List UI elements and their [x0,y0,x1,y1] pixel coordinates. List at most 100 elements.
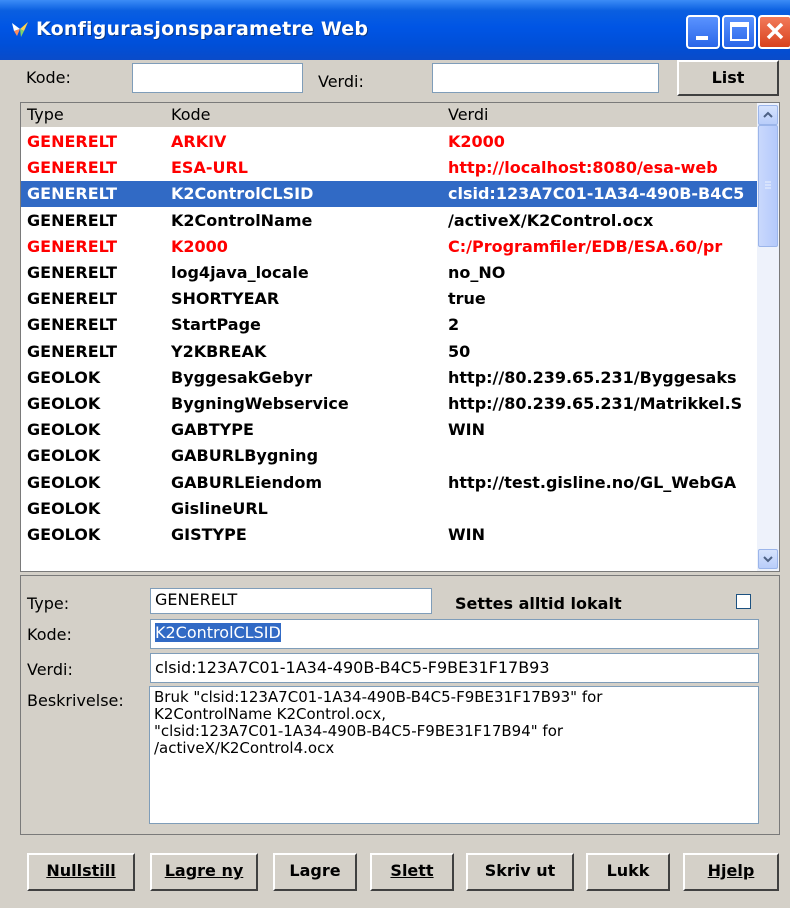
detail-verdi-label: Verdi: [27,660,73,679]
cell-verdi: true [448,289,486,309]
table-row[interactable]: GENERELT SHORTYEAR true [21,286,757,312]
cell-type: GEOLOK [27,394,101,413]
cell-type: GENERELT [27,289,118,309]
table-header: Type Kode Verdi [21,103,757,127]
cell-type: GENERELT [27,315,118,335]
cell-type: GENERELT [27,341,118,361]
lokalt-label: Settes alltid lokalt [455,594,622,613]
detail-type-field[interactable]: GENERELT [150,588,432,614]
scroll-down-button[interactable] [758,549,778,569]
beskrivelse-line: /activeX/K2Control4.ocx [154,739,335,757]
slett-button-label: Slett [390,861,434,880]
filter-kode-input[interactable] [132,63,303,93]
detail-beskrivelse-label: Beskrivelse: [27,691,124,710]
title-bar[interactable]: Konfigurasjonsparametre Web [0,0,790,60]
maximize-icon [730,22,749,41]
lagre-ny-button[interactable]: Lagre ny [150,853,258,891]
table-row[interactable]: GENERELT ESA-URL http://localhost:8080/esa… [21,155,757,181]
maximize-button[interactable] [722,15,756,49]
beskrivelse-textarea[interactable]: Bruk "clsid:123A7C01-1A34-490B-B4C5-F9BE… [149,686,759,824]
cell-verdi: http://test.gisline.no/GL_WebGA [448,472,737,492]
cell-verdi: http://localhost:8080/esa-web [448,158,718,178]
column-header-verdi[interactable]: Verdi [448,105,488,124]
nullstill-button[interactable]: Nullstill [27,853,135,891]
cell-type: GENERELT [27,236,118,256]
cell-type: GEOLOK [27,472,101,492]
filter-verdi-label: Verdi: [318,72,364,91]
table-row[interactable]: GEOLOK GABURLBygning [21,443,757,469]
beskrivelse-line: "clsid:123A7C01-1A34-490B-B4C5-F9BE31F17… [154,722,564,740]
cell-kode: ByggesakGebyr [171,367,313,387]
table-row[interactable]: GENERELT ARKIV K2000 [21,129,757,155]
cell-kode: GISTYPE [171,525,247,544]
skriv-ut-button[interactable]: Skriv ut [466,853,574,891]
table-row[interactable]: GENERELT K2ControlName/activeX/K2Control.… [21,208,757,234]
cell-verdi: C:/Programfiler/EDB/ESA.60/pr [448,236,723,256]
cell-type: GENERELT [27,158,118,178]
lagre-ny-button-label: Lagre ny [164,861,244,880]
chevron-up-icon [763,111,773,118]
cell-kode: ARKIV [171,132,227,151]
cell-verdi: 2 [448,315,460,335]
minimize-icon [696,36,708,40]
filter-verdi-input[interactable] [432,63,659,93]
cell-kode: BygningWebservice [171,394,349,413]
cell-kode: ESA-URL [171,158,248,178]
cell-verdi: K2000 [448,132,505,151]
list-button-label: List [711,68,745,87]
minimize-button[interactable] [686,15,720,49]
lagre-button[interactable]: Lagre [273,853,357,891]
table-row[interactable]: GENERELT K2ControlCLSID clsid:123A7C01-1A3… [21,181,757,208]
chevron-down-icon [763,556,773,563]
table-row[interactable]: GEOLOK GISTYPE WIN [21,522,757,548]
scroll-up-button[interactable] [758,105,778,125]
detail-kode-field[interactable]: K2ControlCLSID [150,619,759,649]
beskrivelse-line: Bruk "clsid:123A7C01-1A34-490B-B4C5-F9BE… [154,688,603,706]
cell-verdi: clsid:123A7C01-1A34-490B-B4C5 [448,184,745,204]
parameter-table: Type Kode Verdi GENERELT ARKIV K2000 GENERE… [20,102,780,572]
slett-button[interactable]: Slett [370,853,454,891]
lagre-button-label: Lagre [289,861,341,880]
cell-kode: GABTYPE [171,420,254,440]
list-button[interactable]: List [677,60,779,96]
config-window: Konfigurasjonsparametre Web Kode: Verdi:… [0,0,790,908]
table-row[interactable]: GEOLOK BygningWebservice http://80.239.65.… [21,391,757,417]
vertical-scrollbar[interactable] [757,103,779,571]
close-icon [766,22,784,40]
table-row[interactable]: GEOLOK GABTYPE WIN [21,417,757,443]
cell-verdi: no_NO [448,263,506,282]
cell-verdi: WIN [448,420,485,440]
table-row[interactable]: GENERELT log4java_locale no_NO [21,260,757,286]
cell-kode: Y2KBREAK [171,341,267,361]
cell-verdi: http://80.239.65.231/Byggesaks [448,367,737,387]
close-button[interactable] [758,15,790,49]
table-row[interactable]: GENERELT StartPage 2 [21,312,757,338]
detail-type-label: Type: [27,594,70,613]
cell-verdi: 50 [448,341,471,361]
table-row[interactable]: GENERELT K2000 C:/Programfiler/EDB/ESA.60/… [21,234,757,260]
beskrivelse-line: K2ControlName K2Control.ocx, [154,705,387,723]
table-row[interactable]: GENERELT Y2KBREAK 50 [21,339,757,365]
cell-type: GENERELT [27,184,118,204]
detail-verdi-field[interactable]: clsid:123A7C01-1A34-490B-B4C5-F9BE31F17B… [150,653,759,683]
column-header-kode[interactable]: Kode [171,105,210,124]
cell-kode: K2ControlName [171,210,313,230]
table-row[interactable]: GEOLOK ByggesakGebyr http://80.239.65.231/… [21,365,757,391]
scroll-thumb[interactable] [758,125,778,247]
lokalt-checkbox[interactable] [736,594,751,609]
hjelp-button-label: Hjelp [707,861,755,880]
cell-type: GEOLOK [27,367,101,387]
cell-kode: SHORTYEAR [171,289,280,309]
cell-type: GEOLOK [27,420,101,440]
hjelp-button[interactable]: Hjelp [683,853,779,891]
grip-icon [765,181,771,189]
table-row[interactable]: GEOLOK GislineURL [21,496,757,522]
column-header-type[interactable]: Type [27,105,64,124]
cell-type: GENERELT [27,210,118,230]
cell-type: GEOLOK [27,525,101,544]
window-title: Konfigurasjonsparametre Web [36,18,369,40]
cell-kode: K2000 [171,236,228,256]
lukk-button[interactable]: Lukk [586,853,670,891]
cell-verdi: /activeX/K2Control.ocx [448,210,654,230]
table-row[interactable]: GEOLOK GABURLEiendom http://test.gisline.n… [21,470,757,496]
